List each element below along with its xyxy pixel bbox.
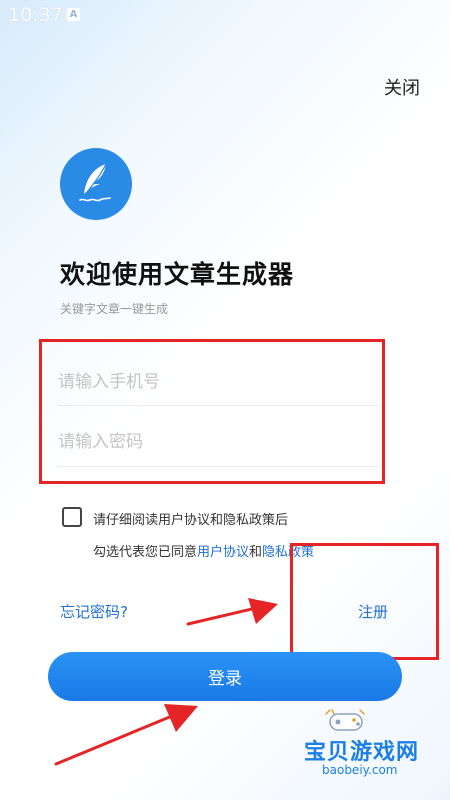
notification-icon: A: [67, 8, 80, 21]
gamepad-icon: [325, 709, 365, 731]
agreement-prefix: 勾选代表您已同意: [93, 545, 198, 560]
arrow-to-login-icon: [54, 704, 198, 766]
agreement-text: 请仔细阅读用户协议和隐私政策后: [93, 513, 289, 528]
forgot-password-link[interactable]: 忘记密码?: [60, 601, 128, 622]
watermark-name: 宝贝游戏网: [304, 740, 420, 765]
agreement-conjunction: 和: [249, 545, 263, 560]
page-subtitle: 关键字文章一键生成: [60, 302, 169, 316]
password-divider: [58, 466, 380, 467]
user-agreement-link[interactable]: 用户协议: [197, 545, 249, 560]
agreement-consent-line: 勾选代表您已同意用户协议和隐私政策: [93, 541, 314, 560]
app-logo: [60, 148, 132, 220]
arrow-to-register-icon: [186, 598, 278, 626]
watermark: 宝贝游戏网 baobeiy.com: [300, 708, 440, 788]
watermark-url: baobeiy.com: [322, 763, 398, 777]
login-button[interactable]: 登录: [48, 652, 402, 701]
phone-input[interactable]: [58, 362, 380, 402]
register-link[interactable]: 注册: [358, 601, 388, 622]
feather-pen-icon: [79, 163, 111, 202]
phone-divider: [58, 405, 380, 406]
status-time: 10:37: [8, 4, 63, 26]
close-button[interactable]: 关闭: [384, 74, 420, 100]
agreement-checkbox[interactable]: [62, 507, 82, 527]
form-highlight-box: [39, 339, 385, 484]
page-title: 欢迎使用文章生成器: [60, 260, 295, 289]
password-input[interactable]: [58, 422, 380, 462]
status-bar: 10:37 A: [0, 0, 450, 30]
